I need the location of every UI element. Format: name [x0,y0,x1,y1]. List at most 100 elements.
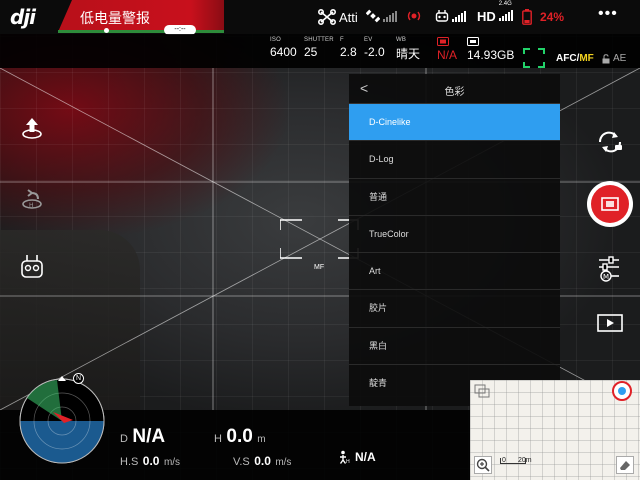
height-readout: H 0.0 m [214,426,266,448]
video-link-status[interactable]: HD 2.4G [477,1,513,24]
switch-camera-mode-button[interactable] [594,128,626,156]
vertical-speed-unit: m/s [275,457,292,468]
flight-mode-status[interactable]: Atti [318,9,358,25]
map-layer-icon[interactable] [474,384,490,398]
ae-label: AE [613,53,627,64]
takeoff-icon [22,118,42,139]
storage-remaining: 14.93GB [467,48,515,62]
remote-controller-icon [435,10,449,22]
home-distance-readout: H N/A [338,450,376,464]
photo-format-value: N/A [437,48,458,62]
focus-box[interactable] [280,218,360,262]
ev-param: EV -2.0 [364,37,385,59]
focus-frame-icon[interactable] [523,48,545,68]
flight-mode-text: Atti [339,9,358,25]
color-profile-menu: < 色彩 D-Cinelike D-Log 普通 TrueColor Art 胶… [349,74,560,406]
distance-label: D [120,433,128,445]
map-scale-label: 20m [518,457,532,464]
ev-value: -2.0 [364,45,385,59]
color-option-truecolor[interactable]: TrueColor [349,216,560,254]
white-balance-value: 晴天 [396,47,421,61]
low-battery-warning-text: 低电量警报 [80,10,150,26]
band-label: 2.4G [498,1,512,7]
gps-signal-bars [383,10,397,22]
color-menu-header: < 色彩 [349,74,560,104]
top-status-bar: dji 低电量警报 --:-- Atti HD 2.4G 24% ••• [0,0,640,35]
color-option-d-cinelike[interactable]: D-Cinelike [349,104,560,142]
dji-logo: dji [10,5,36,29]
aircraft-icon [318,9,336,25]
color-option-d-log[interactable]: D-Log [349,141,560,179]
iso-label: ISO [270,37,281,43]
battery-status[interactable]: 24% [522,9,564,25]
color-option-film[interactable]: 胶片 [349,290,560,328]
aperture-value: 2.8 [340,45,357,59]
horizontal-speed-unit: m/s [163,457,181,468]
focus-mode-toggle[interactable]: AFC/MF [556,53,594,64]
hd-label: HD [477,9,496,24]
remote-controller-icon [21,255,43,278]
return-home-icon: H [22,189,42,209]
zoom-icon[interactable] [474,456,492,474]
shutter-value: 25 [304,45,318,59]
takeoff-button[interactable] [18,114,46,142]
svg-text:M: M [603,273,609,281]
battery-icon [522,9,532,25]
white-balance-label: WB [396,37,407,43]
video-signal-bars [498,10,513,21]
satellite-icon [366,9,380,23]
color-option-black-white[interactable]: 黑白 [349,328,560,366]
shutter-button[interactable] [587,181,633,227]
svg-text:H: H [346,459,350,464]
mini-map[interactable]: 0 20m [470,380,640,480]
color-option-art[interactable]: Art [349,253,560,291]
rc-signal-bars [452,10,466,22]
sd-card-icon [467,37,479,46]
distance-readout: D N/A [120,426,165,448]
battery-level-strip [58,28,224,33]
north-indicator: N [73,373,84,384]
height-unit: m [257,434,266,445]
camera-parameters-bar[interactable]: ISO 6400 SHUTTER 25 F 2.8 EV -2.0 WB 晴天 … [0,34,640,68]
shutter-label: SHUTTER [304,37,334,43]
camera-switch-icon [598,131,622,153]
aperture-label: F [340,37,344,43]
home-person-icon: H [339,450,350,464]
storage-param: 14.93GB [467,37,514,62]
aperture-param: F 2.8 [340,37,357,59]
height-label: H [214,433,222,445]
ae-lock-button[interactable]: AE [602,53,626,64]
photo-capture-icon [601,197,619,211]
map-scale-zero: 0 [502,457,506,464]
battery-marker [104,28,109,33]
home-distance-value: N/A [355,450,376,464]
iso-param: ISO 6400 [270,37,297,59]
settings-sliders-icon: M [599,256,619,282]
horizontal-speed-value: 0.0 [142,454,160,468]
svg-text:H: H [29,202,34,209]
obstacle-sensing-status[interactable] [405,9,423,23]
horizontal-speed-label: H.S [120,456,139,468]
playback-button[interactable] [596,312,624,334]
map-location-icon[interactable] [611,380,633,402]
rc-signal-status[interactable] [435,9,466,23]
gps-status[interactable] [366,9,397,23]
shutter-inner [591,185,629,223]
white-balance-param: WB 晴天 [396,37,420,62]
more-menu-button[interactable]: ••• [598,5,618,23]
distance-value: N/A [132,426,166,447]
battery-percentage: 24% [540,10,565,24]
camera-settings-button[interactable]: M [594,253,624,283]
height-value: 0.0 [226,426,253,447]
eraser-icon[interactable] [616,456,634,474]
ev-label: EV [364,37,373,43]
attitude-radar[interactable]: N [17,373,107,466]
horizontal-speed-readout: H.S 0.0 m/s [120,452,180,470]
play-icon [597,314,623,332]
color-menu-title: 色彩 [444,87,465,98]
color-option-normal[interactable]: 普通 [349,179,560,216]
remote-controller-button[interactable] [18,252,46,280]
mf-label: MF [579,53,594,64]
vertical-speed-readout: V.S 0.0 m/s [233,452,291,470]
return-home-button[interactable]: H [18,184,46,212]
